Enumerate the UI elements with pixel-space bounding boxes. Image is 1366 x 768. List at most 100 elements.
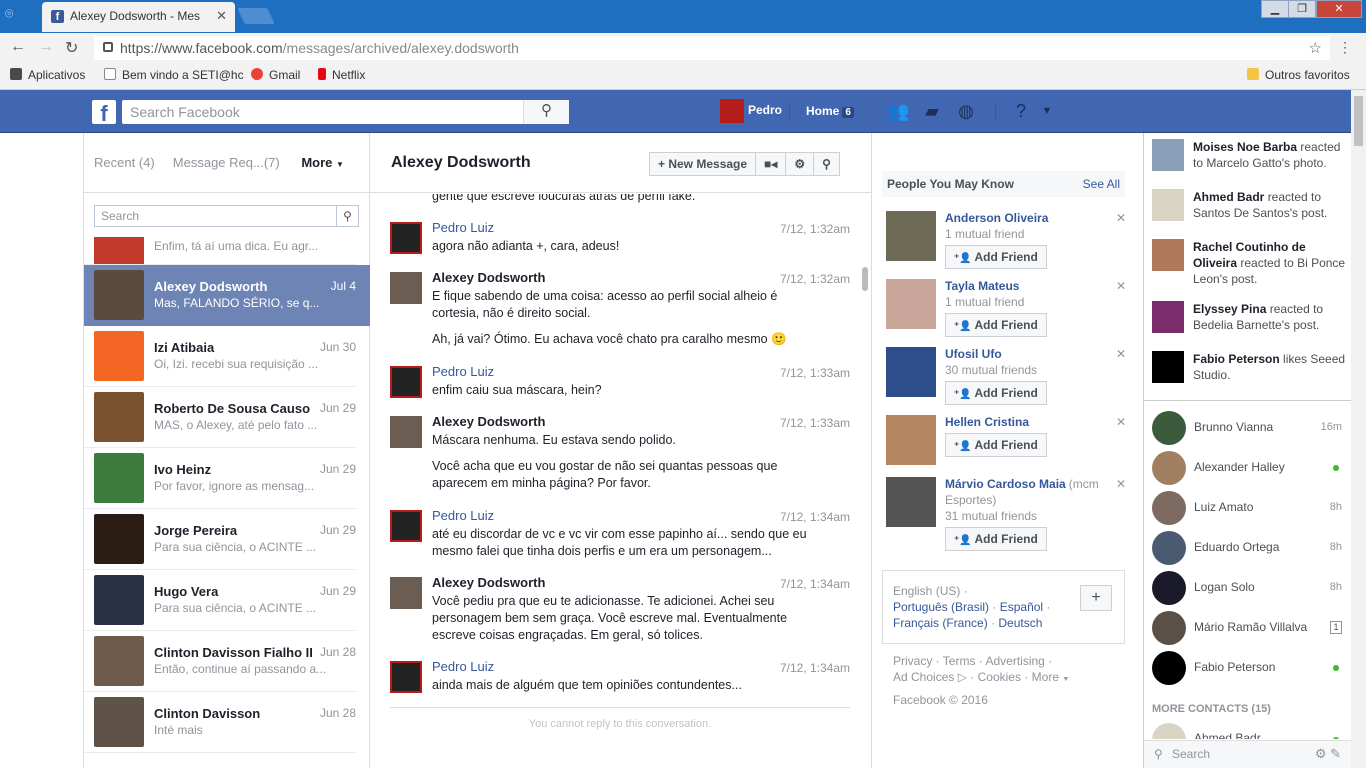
footer-link[interactable]: Advertising: [985, 654, 1044, 668]
account-menu-caret-icon[interactable]: ▼: [1036, 105, 1058, 125]
see-all-link[interactable]: See All: [1083, 177, 1120, 191]
conversation-item[interactable]: Jorge Pereira Jun 29 Para sua ciência, o A…: [84, 509, 356, 570]
forward-icon[interactable]: →: [38, 38, 54, 56]
person-name-text[interactable]: Anderson Oliveira: [945, 211, 1048, 225]
footer-link[interactable]: Privacy: [893, 654, 932, 668]
conversation-item[interactable]: Hugo Vera Jun 29 Para sua ciência, o ACINT…: [84, 570, 356, 631]
thread-scrollbar[interactable]: [862, 267, 868, 291]
language-link[interactable]: Deutsch: [998, 616, 1042, 630]
message-sender[interactable]: Pedro Luiz: [432, 364, 494, 379]
close-icon[interactable]: ✕: [1116, 211, 1126, 225]
avatar[interactable]: [390, 366, 422, 398]
message-sender[interactable]: Alexey Dodsworth: [432, 575, 545, 590]
chat-search-input[interactable]: ⚲ Search ⚙ ✎: [1144, 740, 1351, 768]
other-bookmarks[interactable]: Outros favoritos: [1247, 68, 1350, 82]
conversation-item[interactable]: Clinton Davisson Fialho II Jun 28 Então, c…: [84, 631, 356, 692]
person-name[interactable]: Hellen Cristina: [945, 415, 1029, 429]
conversation-item[interactable]: Clinton Davisson Jun 28 Inté mais: [84, 692, 356, 753]
add-friend-button[interactable]: ⁺👤 Add Friend: [945, 381, 1047, 405]
tab-recent[interactable]: Recent (4): [94, 155, 155, 170]
close-tab-icon[interactable]: ✕: [216, 8, 227, 24]
search-icon[interactable]: ⚲: [813, 152, 840, 176]
tab-message-requests[interactable]: Message Req...(7): [173, 155, 280, 170]
new-tab-button[interactable]: [237, 8, 275, 24]
notifications-globe-icon[interactable]: ◍: [955, 101, 977, 121]
add-friend-button[interactable]: ⁺👤 Add Friend: [945, 313, 1047, 337]
address-bar[interactable]: https://www.facebook.com/messages/archiv…: [94, 36, 1330, 60]
gear-icon[interactable]: ⚙: [785, 152, 815, 176]
avatar[interactable]: [390, 222, 422, 254]
search-icon[interactable]: ⚲: [523, 100, 569, 124]
chat-contact[interactable]: Fabio Peterson: [1152, 649, 1342, 685]
chat-contact[interactable]: Brunno Vianna 16m: [1152, 409, 1342, 445]
message-sender[interactable]: Pedro Luiz: [432, 220, 494, 235]
person-name-text[interactable]: Hellen Cristina: [945, 415, 1029, 429]
close-icon[interactable]: ✕: [1116, 415, 1126, 429]
bookmark-apps[interactable]: Aplicativos: [10, 68, 85, 82]
language-link[interactable]: Français (France): [893, 616, 988, 630]
more-dropdown[interactable]: More ▼: [301, 155, 344, 170]
more-languages-button[interactable]: +: [1080, 585, 1112, 611]
chat-contact[interactable]: Luiz Amato 8h: [1152, 489, 1342, 525]
person-name-text[interactable]: Márvio Cardoso Maia: [945, 477, 1066, 491]
chat-contact[interactable]: Eduardo Ortega 8h: [1152, 529, 1342, 565]
close-icon[interactable]: ✕: [1116, 477, 1126, 491]
person-name[interactable]: Ufosil Ufo: [945, 347, 1002, 361]
minimize-button[interactable]: ▁: [1261, 0, 1289, 18]
back-icon[interactable]: ←: [10, 38, 26, 56]
message-sender[interactable]: Alexey Dodsworth: [432, 270, 545, 285]
new-message-button[interactable]: + New Message: [649, 152, 757, 176]
scrollbar-thumb[interactable]: [1354, 96, 1363, 146]
person-name[interactable]: Anderson Oliveira: [945, 211, 1048, 225]
message-sender[interactable]: Pedro Luiz: [432, 508, 494, 523]
avatar[interactable]: [390, 661, 422, 693]
avatar[interactable]: [390, 416, 422, 448]
footer-link[interactable]: Ad Choices: [893, 670, 954, 684]
profile-link[interactable]: Pedro: [720, 99, 782, 123]
bookmark-seti[interactable]: Bem vindo a SETI@hc: [104, 68, 244, 82]
avatar[interactable]: [886, 347, 936, 397]
avatar[interactable]: [390, 577, 422, 609]
friend-requests-icon[interactable]: 👥: [887, 101, 909, 121]
messages-icon[interactable]: ▰: [921, 101, 943, 121]
conversation-item[interactable]: Ivo Heinz Jun 29 Por favor, ignore as mens…: [84, 448, 356, 509]
conversation-item[interactable]: Alexey Dodsworth Jul 4 Mas, FALANDO SÉRIO,…: [84, 265, 370, 326]
search-icon[interactable]: ⚲: [336, 206, 358, 226]
chat-contact[interactable]: Ahmed Badr: [1152, 721, 1342, 739]
avatar[interactable]: [886, 477, 936, 527]
conversation-search-input[interactable]: Search ⚲: [94, 205, 359, 227]
footer-link[interactable]: Cookies: [978, 670, 1021, 684]
chat-contact[interactable]: Logan Solo 8h: [1152, 569, 1342, 605]
home-link[interactable]: Home 6: [806, 104, 854, 118]
language-link[interactable]: Português (Brasil): [893, 600, 989, 614]
conversation-item[interactable]: Roberto De Sousa Causo Jun 29 MAS, o Alexe…: [84, 387, 356, 448]
facebook-search-input[interactable]: Search Facebook ⚲: [122, 100, 569, 124]
avatar[interactable]: [886, 415, 936, 465]
browser-tab[interactable]: f Alexey Dodsworth - Mes ✕: [42, 2, 235, 32]
close-icon[interactable]: ✕: [1116, 279, 1126, 293]
add-friend-button[interactable]: ⁺👤 Add Friend: [945, 433, 1047, 457]
bookmark-gmail[interactable]: Gmail: [251, 68, 300, 82]
bookmark-star-icon[interactable]: ☆: [1309, 39, 1322, 57]
person-name-text[interactable]: Ufosil Ufo: [945, 347, 1002, 361]
conversation-item[interactable]: Izi Atibaia Jun 30 Oi, Izi. recebi sua req…: [84, 326, 356, 387]
avatar[interactable]: [390, 510, 422, 542]
chat-options-icon[interactable]: ⚙ ✎: [1315, 746, 1341, 762]
avatar[interactable]: [886, 279, 936, 329]
chat-contact[interactable]: Alexander Halley: [1152, 449, 1342, 485]
close-icon[interactable]: ✕: [1116, 347, 1126, 361]
page-scrollbar[interactable]: [1351, 90, 1366, 768]
person-name[interactable]: Tayla Mateus: [945, 279, 1019, 293]
message-sender[interactable]: Pedro Luiz: [432, 659, 494, 674]
quick-help-icon[interactable]: ?: [1010, 101, 1032, 121]
chat-contact[interactable]: Mário Ramão Villalva 1: [1152, 609, 1342, 645]
avatar[interactable]: [886, 211, 936, 261]
footer-link[interactable]: More: [1032, 670, 1059, 684]
close-window-button[interactable]: ✕: [1316, 0, 1362, 18]
avatar[interactable]: [390, 272, 422, 304]
message-sender[interactable]: Alexey Dodsworth: [432, 414, 545, 429]
add-friend-button[interactable]: ⁺👤 Add Friend: [945, 527, 1047, 551]
browser-menu-icon[interactable]: ⋮: [1338, 39, 1352, 56]
video-call-icon[interactable]: ■◂: [755, 152, 787, 176]
maximize-button[interactable]: ❐: [1288, 0, 1316, 18]
